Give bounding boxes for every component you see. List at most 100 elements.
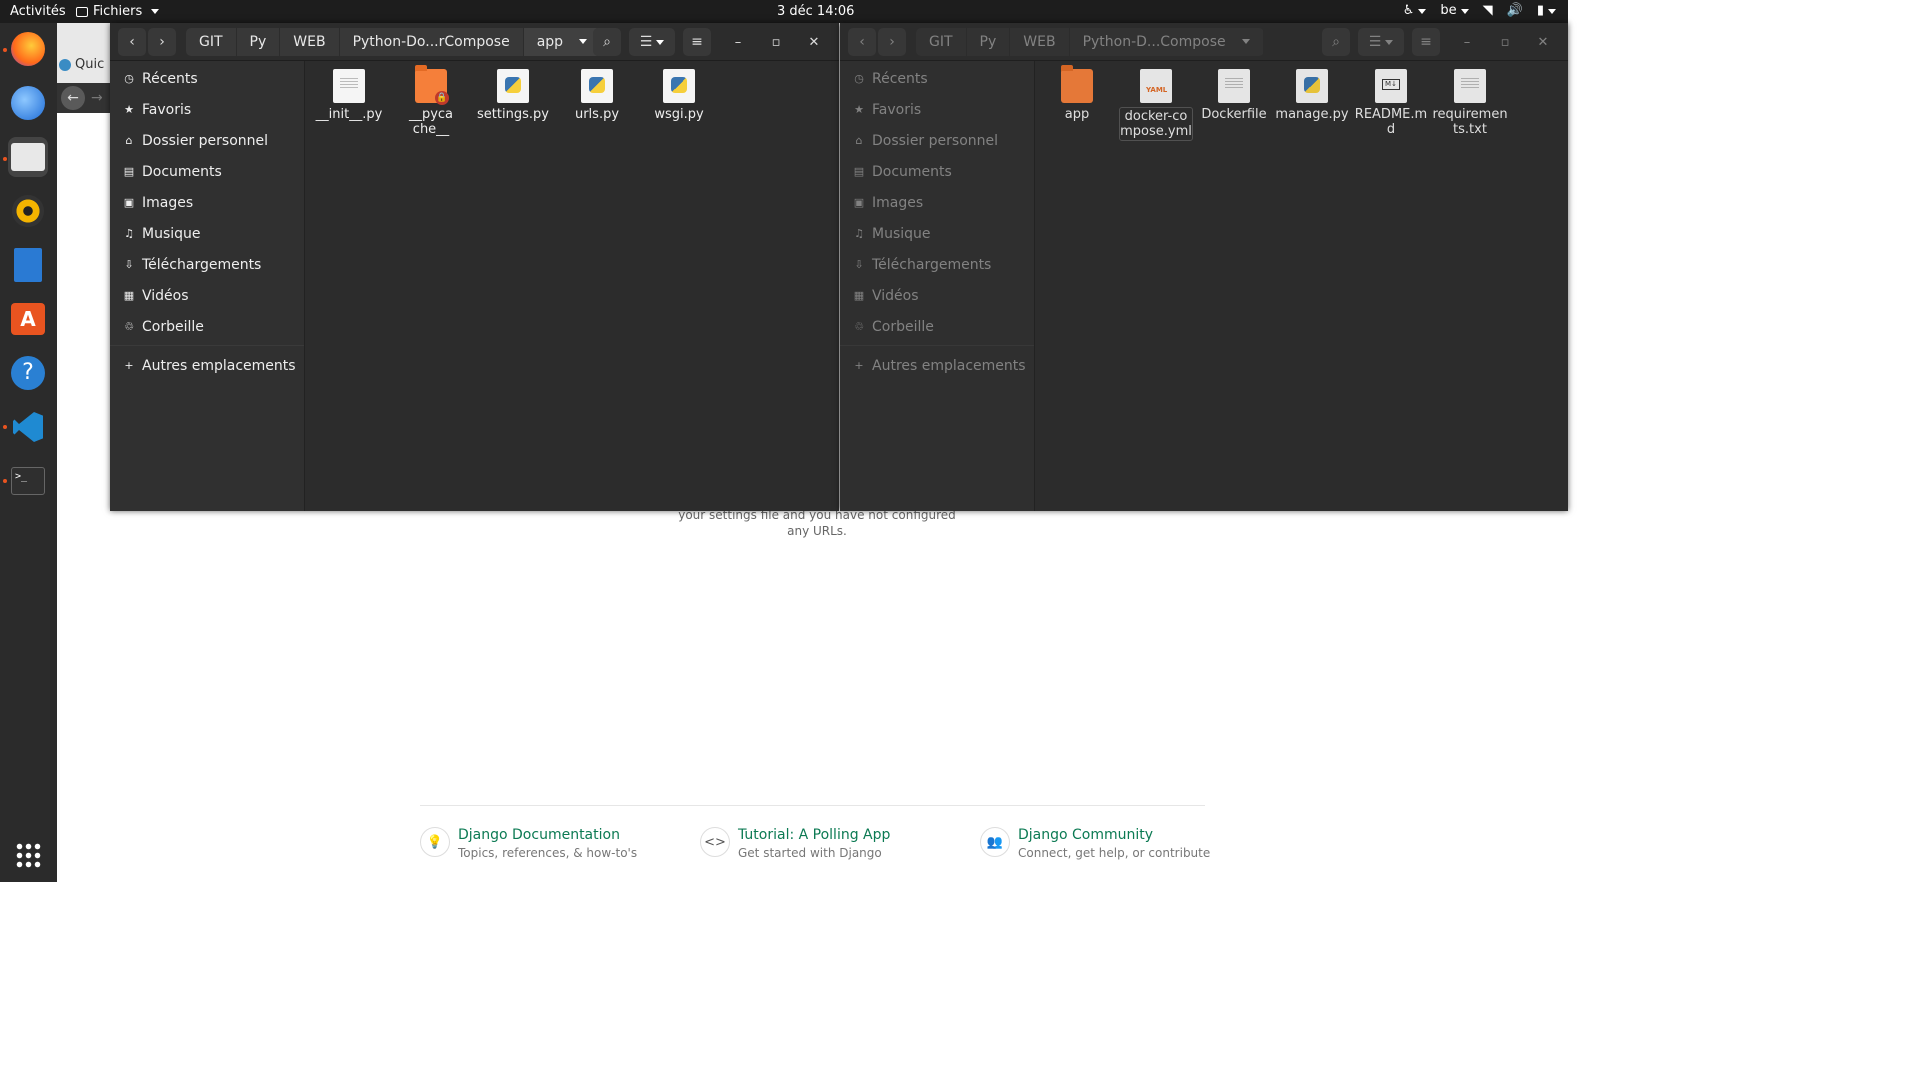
file-name: manage.py (1275, 107, 1349, 122)
file-item[interactable]: requirements.txt (1431, 61, 1509, 137)
activities-button[interactable]: Activités (10, 4, 66, 19)
sidebar-item-videos[interactable]: ▦ Vidéos (110, 280, 304, 311)
sidebar-item-home[interactable]: ⌂ Dossier personnel (840, 125, 1034, 156)
file-item[interactable]: Dockerfile (1195, 61, 1273, 122)
back-icon[interactable]: ‹ (848, 27, 876, 56)
sidebar-item-downloads[interactable]: ⇩ Téléchargements (840, 249, 1034, 280)
file-name: app (1064, 107, 1090, 122)
files-icon[interactable] (8, 137, 48, 177)
django-community-link[interactable]: 👥 Django Community Connect, get help, or … (980, 827, 1220, 860)
path-crumb[interactable]: Python-Do...rCompose (339, 27, 524, 56)
writer-icon[interactable] (8, 245, 48, 285)
top-bar: Activités Fichiers 3 déc 14:06 ♿ be ◥ 🔊 … (0, 0, 1568, 23)
link-title: Tutorial: A Polling App (738, 827, 891, 843)
music-icon: ♫ (124, 227, 134, 240)
sidebar-item-trash[interactable]: ♲ Corbeille (840, 311, 1034, 342)
django-tutorial-link[interactable]: <> Tutorial: A Polling App Get started wi… (700, 827, 940, 860)
path-crumb-current[interactable]: Python-D...Compose (1069, 27, 1264, 56)
star-icon: ★ (854, 103, 864, 116)
maximize-icon[interactable]: ▫ (763, 28, 789, 56)
close-icon[interactable]: ✕ (801, 28, 827, 56)
menu-icon[interactable]: ≡ (683, 28, 711, 56)
help-icon[interactable]: ? (8, 353, 48, 393)
keyboard-layout-label: be (1440, 3, 1457, 18)
sidebar-item-documents[interactable]: ▤ Documents (840, 156, 1034, 187)
file-item[interactable]: __init__.py (309, 61, 389, 122)
software-icon[interactable]: A (8, 299, 48, 339)
sidebar-item-downloads[interactable]: ⇩ Téléchargements (110, 249, 304, 280)
image-icon: ▣ (853, 196, 865, 209)
sidebar-item-other-locations[interactable]: + Autres emplacements (110, 350, 304, 381)
sidebar-item-other-locations[interactable]: + Autres emplacements (840, 350, 1034, 381)
folder-item[interactable]: app (1037, 61, 1117, 122)
minimize-icon[interactable]: – (725, 28, 751, 56)
sidebar: ◷ Récents ★ Favoris ⌂ Dossier personnel ▤ Do… (840, 61, 1035, 511)
sidebar-item-starred[interactable]: ★ Favoris (110, 94, 304, 125)
wifi-icon[interactable]: ◥ (1483, 3, 1493, 18)
terminal-icon[interactable]: >_ (8, 461, 48, 501)
sidebar-item-label: Autres emplacements (872, 357, 1026, 374)
minimize-icon[interactable]: – (1454, 28, 1480, 56)
sidebar-item-recent[interactable]: ◷ Récents (840, 63, 1034, 94)
sidebar-item-recent[interactable]: ◷ Récents (110, 63, 304, 94)
file-item[interactable]: wsgi.py (639, 61, 719, 122)
running-indicator (3, 479, 7, 483)
forward-icon[interactable]: → (91, 90, 103, 106)
sidebar-item-images[interactable]: ▣ Images (110, 187, 304, 218)
battery-icon[interactable]: ▮ (1537, 3, 1556, 18)
sidebar-item-home[interactable]: ⌂ Dossier personnel (110, 125, 304, 156)
sidebar-item-trash[interactable]: ♲ Corbeille (110, 311, 304, 342)
sidebar-item-videos[interactable]: ▦ Vidéos (840, 280, 1034, 311)
file-item[interactable]: urls.py (557, 61, 637, 122)
search-icon[interactable]: ⌕ (593, 28, 621, 56)
rhythmbox-icon[interactable] (8, 191, 48, 231)
app-menu[interactable]: Fichiers (76, 4, 160, 19)
markdown-file-icon: M↓ (1375, 69, 1407, 103)
search-icon[interactable]: ⌕ (1322, 28, 1350, 56)
music-icon: ♫ (854, 227, 864, 240)
path-crumb[interactable]: GIT (916, 27, 967, 56)
path-crumb[interactable]: GIT (186, 27, 237, 56)
sidebar-item-starred[interactable]: ★ Favoris (840, 94, 1034, 125)
accessibility-icon[interactable]: ♿ (1403, 3, 1427, 18)
path-crumb-current[interactable]: app (523, 27, 602, 56)
sidebar-item-music[interactable]: ♫ Musique (840, 218, 1034, 249)
divider (110, 345, 304, 346)
django-docs-link[interactable]: 💡 Django Documentation Topics, references… (420, 827, 660, 860)
folder-item[interactable]: 🔒 __pycache__ (391, 61, 471, 137)
path-crumb[interactable]: WEB (1010, 27, 1070, 56)
thunderbird-icon[interactable] (8, 83, 48, 123)
menu-icon[interactable]: ≡ (1412, 28, 1440, 56)
file-item[interactable]: settings.py (473, 61, 553, 122)
view-list-icon[interactable]: ☰ (1358, 28, 1404, 56)
vscode-icon[interactable] (8, 407, 48, 447)
file-item[interactable]: YAML docker-compose.yml (1119, 61, 1193, 141)
yaml-badge: YAML (1146, 86, 1168, 94)
file-name: wsgi.py (654, 107, 704, 122)
file-name: README.md (1354, 107, 1428, 137)
close-icon[interactable]: ✕ (1530, 28, 1556, 56)
path-crumb[interactable]: WEB (280, 27, 340, 56)
forward-icon[interactable]: › (878, 27, 906, 56)
browser-tab[interactable]: Quic (59, 57, 104, 72)
path-crumb[interactable]: Py (966, 27, 1011, 56)
forward-icon[interactable]: › (148, 27, 176, 56)
firefox-icon[interactable] (8, 29, 48, 69)
keyboard-layout[interactable]: be (1440, 3, 1469, 18)
sidebar-item-label: Favoris (872, 101, 922, 118)
file-item[interactable]: M↓ README.md (1353, 61, 1429, 137)
clock[interactable]: 3 déc 14:06 (777, 4, 854, 19)
volume-icon[interactable]: 🔊 (1507, 3, 1523, 18)
sidebar-item-documents[interactable]: ▤ Documents (110, 156, 304, 187)
sidebar-item-images[interactable]: ▣ Images (840, 187, 1034, 218)
sidebar-item-music[interactable]: ♫ Musique (110, 218, 304, 249)
view-list-icon[interactable]: ☰ (629, 28, 675, 56)
path-crumb[interactable]: Py (236, 27, 281, 56)
link-subtitle: Connect, get help, or contribute (1018, 846, 1211, 860)
show-apps-icon[interactable] (8, 835, 48, 875)
sidebar-item-label: Dossier personnel (142, 132, 269, 149)
maximize-icon[interactable]: ▫ (1492, 28, 1518, 56)
file-item[interactable]: manage.py (1275, 61, 1349, 122)
back-icon[interactable]: ← (61, 86, 85, 110)
back-icon[interactable]: ‹ (118, 27, 146, 56)
